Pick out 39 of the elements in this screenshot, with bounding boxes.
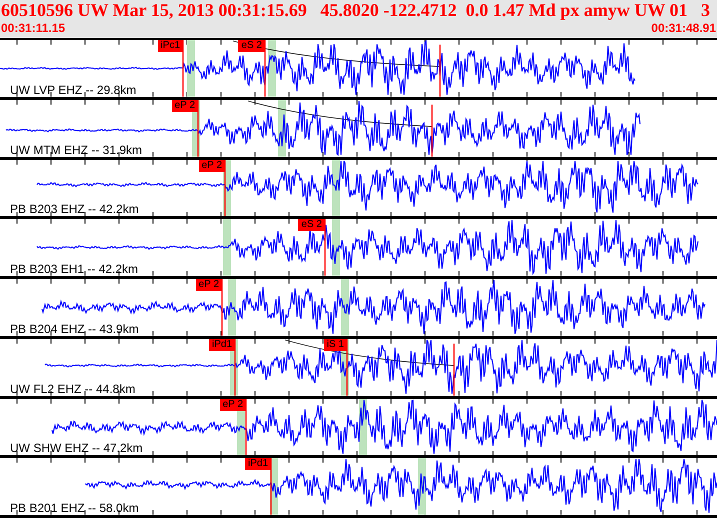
- pick-flag[interactable]: eP 2: [198, 160, 225, 172]
- trace-label: PB B203 EHZ -- 42.2km: [10, 202, 139, 216]
- pick-flag[interactable]: eS 2: [298, 219, 325, 232]
- phase-window: [187, 40, 195, 97]
- phase-window: [228, 279, 236, 336]
- pick-flag[interactable]: eP 2: [220, 398, 246, 410]
- trace-label: PB B204 EHZ -- 43.9km: [10, 322, 139, 336]
- trace-label: PB B203 EH1 -- 42.2km: [10, 262, 138, 276]
- trace-label: UW LVP EHZ -- 29.8km: [10, 82, 136, 97]
- trace-label: PB B201 EHZ -- 58.0km: [10, 501, 139, 515]
- pick-flag[interactable]: eS 2: [238, 40, 265, 52]
- pick-line: [270, 458, 272, 515]
- pick-flag[interactable]: iS 1: [324, 338, 347, 351]
- pick-line: [245, 398, 247, 456]
- phase-window: [268, 40, 276, 97]
- pick-flag[interactable]: eP 2: [196, 279, 222, 291]
- phase-window: [341, 279, 349, 336]
- pick-flag[interactable]: iPd1: [244, 458, 271, 470]
- trace-label: UW MTM EHZ -- 31.9km: [10, 142, 142, 156]
- pick-flag[interactable]: eP 2: [172, 100, 198, 112]
- coda-marker: [453, 343, 455, 396]
- pick-flag[interactable]: iPd1: [208, 338, 235, 351]
- pick-line: [324, 219, 326, 276]
- pick-line: [224, 160, 226, 216]
- pick-line: [234, 338, 236, 396]
- phase-window: [223, 219, 231, 276]
- pick-line: [221, 279, 223, 336]
- pick-line: [346, 338, 348, 396]
- pick-line: [182, 40, 184, 97]
- pick-line: [264, 40, 266, 97]
- trace-label: UW FL2 EHZ -- 44.8km: [10, 382, 136, 396]
- pick-line: [197, 100, 199, 156]
- event-title: 60510596 UW Mar 15, 2013 00:31:15.69 45.8020 -122.4712 0.0 1.47 Md px amyw UW 01 3: [1, 0, 711, 21]
- coda-marker: [439, 44, 441, 97]
- coda-marker: [431, 104, 433, 156]
- start-time: 00:31:11.15: [1, 21, 66, 35]
- pick-flag[interactable]: iPc1: [158, 40, 183, 52]
- end-time: 00:31:48.91: [651, 21, 716, 35]
- trace-label: UW SHW EHZ -- 47.2km: [10, 441, 143, 456]
